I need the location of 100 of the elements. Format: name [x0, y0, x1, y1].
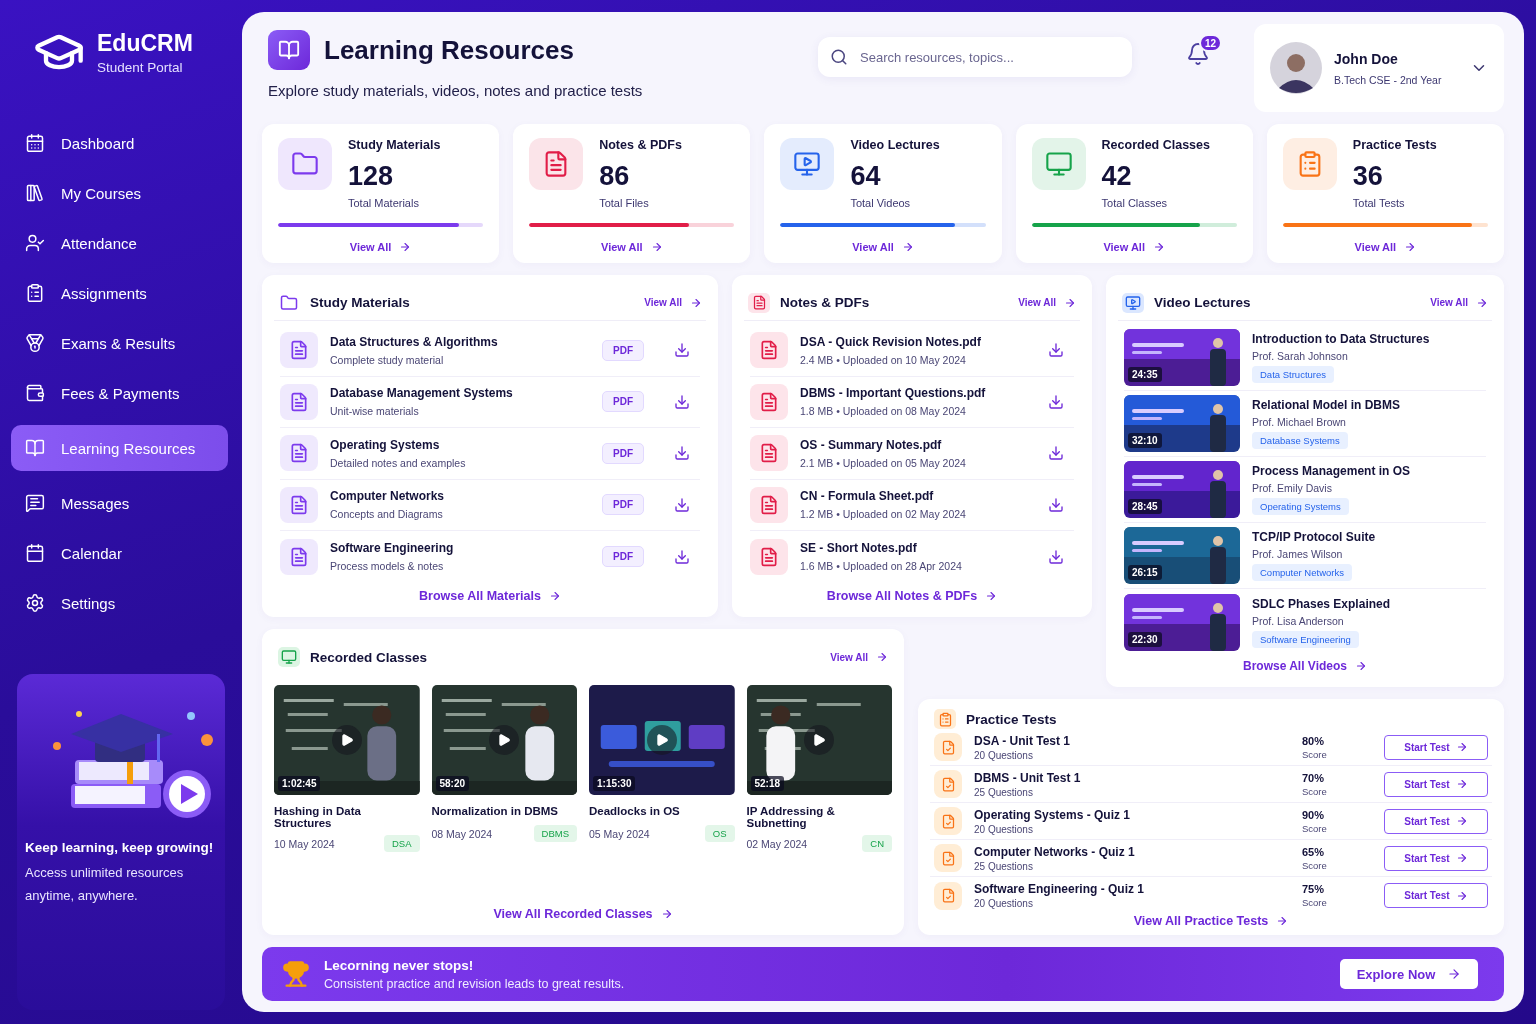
document-icon: [940, 850, 956, 866]
browse-link[interactable]: Browse All Materials: [419, 589, 561, 603]
banner-title: Lecorning never stops!: [324, 957, 475, 973]
arrow-right-icon: [1455, 889, 1468, 902]
nav-item[interactable]: Attendance: [11, 220, 228, 266]
stat-title: Recorded Classes: [1101, 138, 1210, 152]
document-icon: [759, 443, 779, 464]
books-icon: [25, 183, 45, 203]
search-field[interactable]: Search resources, topics...: [818, 37, 1132, 77]
play-button[interactable]: [804, 725, 835, 755]
trophy-icon: [282, 960, 310, 988]
nav-item[interactable]: My Courses: [11, 170, 228, 216]
file-name: CN - Formula Sheet.pdf: [800, 489, 935, 504]
view-all-link[interactable]: View All: [349, 241, 412, 253]
stat-caption: Total Materials: [348, 197, 420, 209]
arrow-right-icon: [985, 590, 998, 602]
nav-item[interactable]: Assignments: [11, 270, 228, 316]
score-value: 65%: [1302, 845, 1326, 858]
play-button[interactable]: [331, 725, 362, 755]
stat-title: Practice Tests: [1352, 138, 1437, 152]
nav-item[interactable]: Exams & Results: [11, 320, 228, 366]
browse-link[interactable]: Browse All Notes & PDFs: [826, 589, 998, 603]
play-button[interactable]: [646, 725, 677, 755]
start-test-button[interactable]: Start Test: [1384, 883, 1488, 908]
start-test-button[interactable]: Start Test: [1384, 771, 1488, 797]
page-title: Learning Resources: [324, 34, 574, 66]
format-badge: PDF: [602, 494, 644, 516]
browse-link[interactable]: Browse All Videos: [1242, 659, 1367, 673]
video-duration: 32:10: [1128, 433, 1162, 448]
download-icon: [1048, 393, 1064, 410]
play-button[interactable]: [489, 725, 520, 755]
banner-text: Consistent practice and revision leads to great results.: [324, 976, 625, 991]
class-date: 02 May 2024: [746, 837, 808, 850]
user-menu[interactable]: John Doe B.Tech CSE - 2nd Year: [1254, 24, 1504, 112]
promo-text: Access unlimited resources anytime, anywhere.: [24, 864, 185, 905]
score-value: 75%: [1302, 883, 1326, 895]
instructor-name: Prof. Lisa Anderson: [1252, 614, 1345, 627]
page-subtitle: Explore study materials, videos, notes and practice tests: [268, 82, 644, 99]
start-test-button[interactable]: Start Test: [1384, 845, 1488, 871]
stat-value: 64: [850, 161, 882, 192]
arrow-right-icon: [876, 651, 888, 663]
nav-item[interactable]: Messages: [11, 480, 228, 526]
score-label: Score: [1302, 785, 1328, 797]
question-count: 25 Questions: [974, 860, 1034, 872]
arrow-right-icon: [1153, 241, 1165, 253]
browse-link[interactable]: View All Practice Tests: [1133, 914, 1289, 928]
class-title: Normalization in DBMS: [431, 805, 559, 819]
test-title: Computer Networks - Quiz 1: [974, 844, 1136, 859]
document-icon: [940, 813, 956, 829]
view-all-link[interactable]: View All: [601, 241, 663, 253]
browse-link[interactable]: View All Recorded Classes: [493, 907, 673, 921]
video-duration: 58:20: [435, 776, 470, 791]
class-date: 05 May 2024: [589, 827, 650, 840]
view-all-link[interactable]: View All: [644, 296, 702, 309]
play-icon: [339, 733, 354, 747]
test-title: Operating Systems - Quiz 1: [974, 807, 1132, 822]
view-all-link[interactable]: View All: [852, 241, 914, 253]
start-test-button[interactable]: Start Test: [1384, 808, 1488, 834]
material-name: Database Management Systems: [330, 386, 514, 401]
file-meta: 1.6 MB • Uploaded on 28 Apr 2024: [800, 560, 963, 573]
class-title: IP Addressing & Subnetting: [746, 805, 836, 829]
subject-tag: Data Structures: [1252, 366, 1334, 383]
stat-value: 86: [599, 161, 631, 192]
video-title: SDLC Phases Explained: [1252, 596, 1392, 611]
arrow-right-icon: [1455, 778, 1468, 790]
material-name: Software Engineering: [330, 541, 455, 556]
arrow-right-icon: [1455, 815, 1468, 827]
monitor-icon: [281, 649, 297, 665]
subject-tag: Operating Systems: [1252, 498, 1349, 515]
notification-badge: 12: [1198, 34, 1222, 52]
view-all-link[interactable]: View All: [830, 651, 888, 663]
explore-button[interactable]: Explore Now: [1340, 959, 1478, 989]
test-title: DBMS - Unit Test 1: [974, 770, 1082, 785]
nav-item[interactable]: Fees & Payments: [11, 370, 228, 416]
nav-item[interactable]: Learning Resources: [11, 425, 228, 471]
document-icon: [289, 546, 309, 567]
calendar-icon: [25, 543, 45, 563]
nav-item[interactable]: Dashboard: [11, 120, 228, 166]
view-all-link[interactable]: View All: [1018, 296, 1076, 309]
video-duration: 26:15: [1128, 565, 1162, 580]
view-all-link[interactable]: View All: [1103, 241, 1165, 253]
nav-item[interactable]: Settings: [11, 580, 228, 626]
format-badge: PDF: [602, 442, 644, 464]
arrow-right-icon: [1447, 967, 1462, 981]
nav-item[interactable]: Calendar: [11, 530, 228, 576]
avatar: [1270, 42, 1322, 94]
test-title: Software Engineering - Quiz 1: [974, 882, 1146, 896]
folder-icon: [280, 293, 298, 312]
video-duration: 28:45: [1128, 499, 1162, 514]
start-test-button[interactable]: Start Test: [1384, 734, 1488, 760]
material-name: Operating Systems: [330, 437, 441, 452]
download-icon: [1048, 445, 1064, 462]
download-icon: [674, 445, 690, 462]
arrow-right-icon: [1404, 241, 1417, 253]
file-meta: 2.4 MB • Uploaded on 10 May 2024: [800, 353, 967, 366]
book-icon: [25, 438, 45, 458]
view-all-link[interactable]: View All: [1430, 296, 1488, 309]
material-name: Computer Networks: [330, 489, 446, 504]
view-all-link[interactable]: View All: [1354, 241, 1417, 253]
arrow-right-icon: [1476, 296, 1488, 309]
